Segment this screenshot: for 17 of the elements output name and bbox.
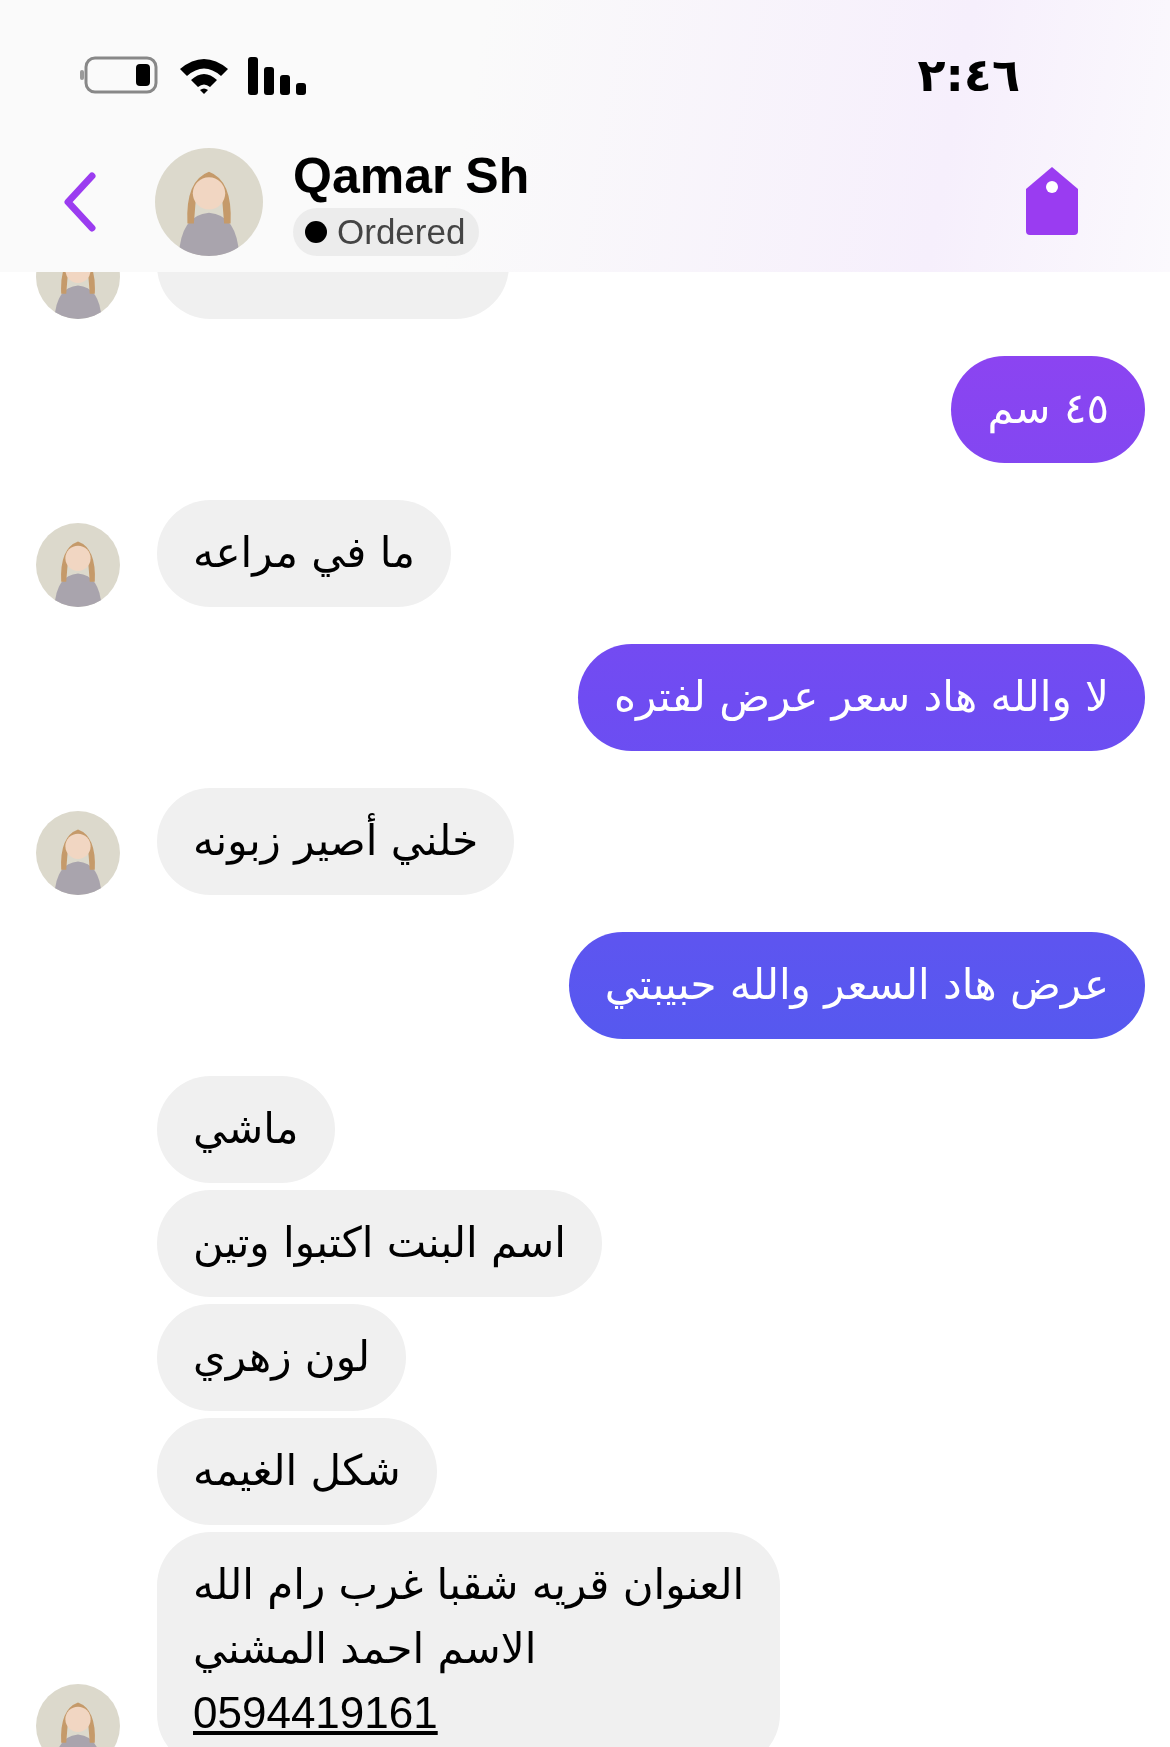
message-bubble[interactable]: ٤٥ سم	[951, 356, 1145, 463]
message-bubble[interactable]: عرض هاد السعر والله حبيبتي	[568, 932, 1145, 1039]
clock-time: ٢:٤٦	[917, 48, 1020, 102]
status-label: Ordered	[293, 208, 480, 256]
message-bubble[interactable]: خلني أصير زبونه	[157, 788, 515, 895]
back-chevron-icon	[63, 172, 97, 232]
signal-icon	[248, 55, 306, 95]
message-bubble[interactable]: اسم البنت اكتبوا وتين	[157, 1190, 602, 1297]
message-bubble[interactable]: لون زهري	[157, 1304, 407, 1411]
message-bubble[interactable]: ما في مراعه	[157, 500, 451, 607]
message-bubble[interactable]: لا والله هاد سعر عرض لفتره	[577, 644, 1145, 751]
contact-name[interactable]: Qamar Sh	[293, 148, 530, 204]
battery-icon	[78, 55, 160, 95]
tag-icon	[1024, 164, 1080, 237]
message-bubble[interactable]: ماشي	[157, 1076, 335, 1183]
phone-link[interactable]: 0594419161	[193, 1688, 438, 1737]
message-bubble[interactable]: شكل الغيمه	[157, 1418, 437, 1525]
